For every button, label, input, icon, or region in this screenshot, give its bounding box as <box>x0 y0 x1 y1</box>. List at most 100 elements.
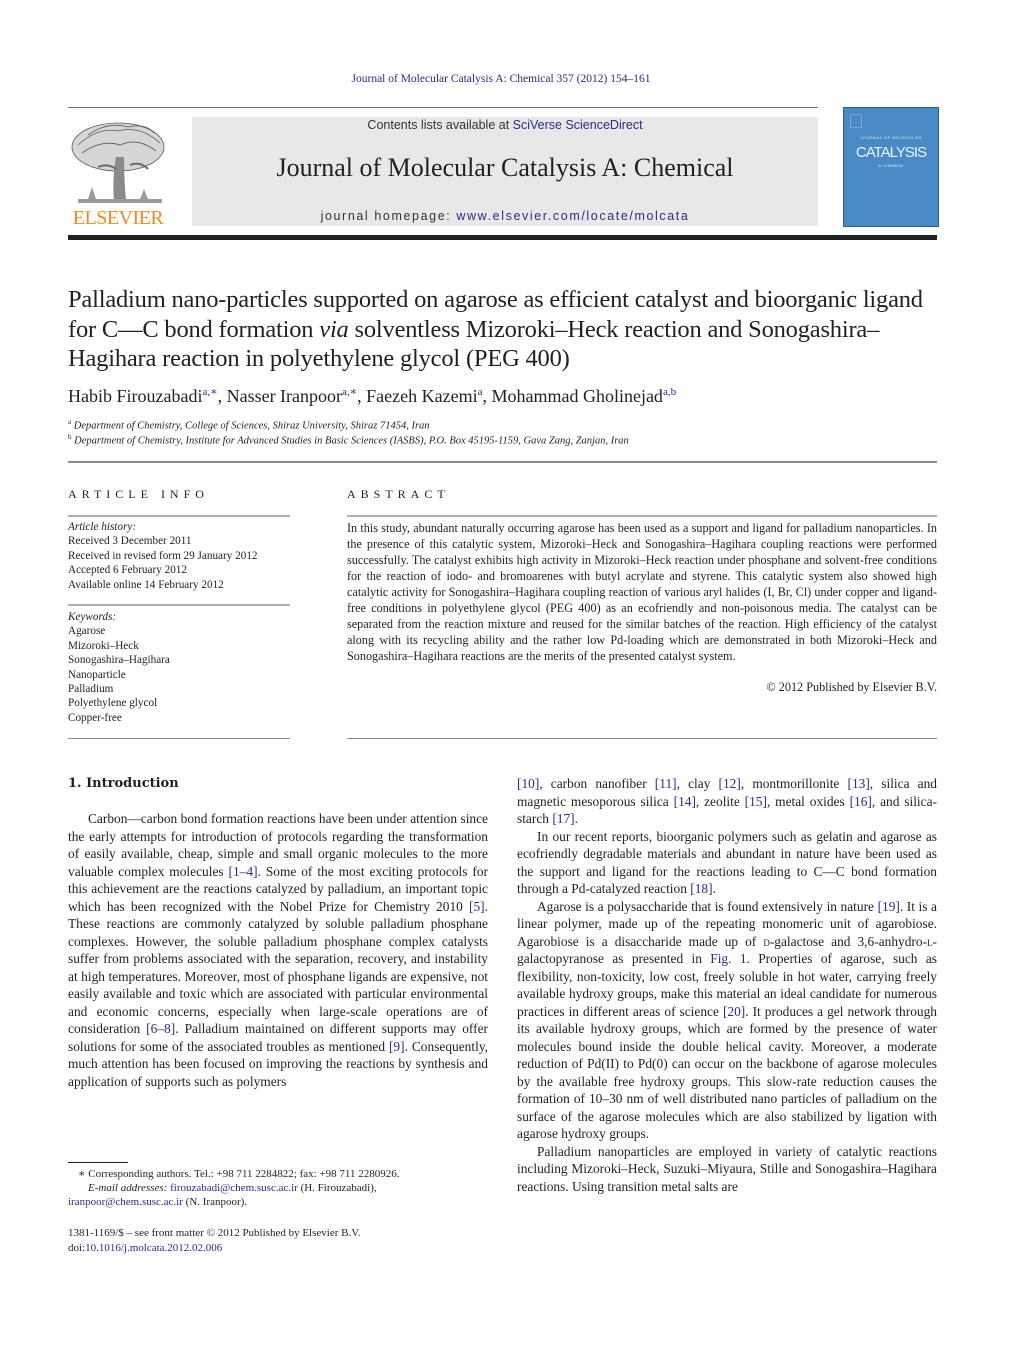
citation-link[interactable]: [19] <box>878 899 900 914</box>
title-divider <box>68 461 937 463</box>
journal-homepage-link[interactable]: www.elsevier.com/locate/molcata <box>456 209 689 223</box>
article-history: Article history: Received 3 December 201… <box>68 520 258 592</box>
citation-link[interactable]: [13] <box>847 776 869 791</box>
abstract-bottom-divider <box>347 738 937 739</box>
text-run: In our recent reports, bioorganic polyme… <box>517 828 937 897</box>
abstract-copyright: © 2012 Published by Elsevier B.V. <box>766 680 937 694</box>
author-list: Habib Firouzabadia,∗, Nasser Iranpoora,∗… <box>68 385 948 407</box>
article-title: Palladium nano-particles supported on ag… <box>68 285 948 374</box>
citation-link[interactable]: [12] <box>719 776 741 791</box>
footnotes: ∗ Corresponding authors. Tel.: +98 711 2… <box>68 1167 488 1209</box>
citation-link[interactable]: [18] <box>690 881 712 896</box>
author-separator: , <box>217 386 227 406</box>
doi-line: doi:10.1016/j.molcata.2012.02.006 <box>68 1241 488 1256</box>
header-thick-divider <box>68 235 937 240</box>
email-link[interactable]: iranpoor@chem.susc.ac.ir <box>68 1196 183 1208</box>
figure-link[interactable]: Fig. 1 <box>710 951 746 966</box>
text-run: . It produces a gel network through its … <box>517 1003 937 1142</box>
keyword: Agarose <box>68 625 106 638</box>
body-column-left: Carbon—carbon bond formation reactions h… <box>68 810 488 1090</box>
citation-link[interactable]: [5] <box>469 899 485 914</box>
title-italic: via <box>319 315 349 343</box>
history-item: Received 3 December 2011 <box>68 535 192 548</box>
citation-link[interactable]: [16] <box>850 794 872 809</box>
keyword: Copper-free <box>68 711 122 724</box>
affiliation-mark: a <box>68 418 72 426</box>
author-name[interactable]: Faezeh Kazemi <box>366 386 477 406</box>
paragraph: Carbon—carbon bond formation reactions h… <box>68 810 488 1090</box>
citation-link[interactable]: [1–4] <box>229 864 258 879</box>
footnote-divider <box>68 1162 128 1163</box>
affiliation-text: Department of Chemistry, College of Scie… <box>73 420 430 432</box>
citation-link[interactable]: [11] <box>655 776 677 791</box>
history-item: Received in revised form 29 January 2012 <box>68 549 258 562</box>
corresponding-author-note: ∗ Corresponding authors. Tel.: +98 711 2… <box>78 1168 400 1180</box>
homepage-prefix: journal homepage: <box>320 209 457 223</box>
abstract-divider <box>347 515 937 517</box>
text-run: Agarose is a polysaccharide that is foun… <box>537 898 878 914</box>
elsevier-wordmark: ELSEVIER <box>72 207 164 229</box>
text-run: , montmorillonite <box>740 776 848 791</box>
article-info-bottom-divider <box>68 738 290 739</box>
author-name[interactable]: Habib Firouzabadi <box>68 386 202 406</box>
history-item: Available online 14 February 2012 <box>68 578 224 591</box>
citation-link[interactable]: [20] <box>723 1004 745 1019</box>
citation-link[interactable]: [14] <box>674 794 696 809</box>
citation-link[interactable]: [15] <box>745 794 767 809</box>
citation-link[interactable]: [6–8] <box>146 1021 175 1036</box>
cover-subtitle: A: CHEMICAL <box>878 163 904 168</box>
text-run: , carbon nanofiber <box>539 776 655 791</box>
author-name[interactable]: Nasser Iranpoor <box>227 386 342 406</box>
email-owner: (H. Firouzabadi), <box>297 1182 377 1194</box>
body-column-right: [10], carbon nanofiber [11], clay [12], … <box>517 775 937 1195</box>
paragraph: [10], carbon nanofiber [11], clay [12], … <box>517 775 937 828</box>
keyword: Nanoparticle <box>68 668 126 681</box>
history-heading: Article history: <box>68 521 137 533</box>
affiliation-a: a Department of Chemistry, College of Sc… <box>68 418 430 432</box>
author-affiliation-mark[interactable]: a,b <box>663 386 676 398</box>
author-name[interactable]: Mohammad Gholinejad <box>491 386 662 406</box>
affiliation-text: Department of Chemistry, Institute for A… <box>74 435 629 447</box>
text-run: , zeolite <box>695 793 745 809</box>
email-owner: (N. Iranpoor). <box>182 1196 248 1208</box>
paragraph: Agarose is a polysaccharide that is foun… <box>517 898 937 1143</box>
text-run: , clay <box>676 776 719 791</box>
header-divider <box>68 107 818 108</box>
email-line: E-mail addresses: firouzabadi@chem.susc.… <box>68 1181 488 1195</box>
citation-link[interactable]: [9] <box>389 1039 405 1054</box>
text-run: , metal oxides <box>766 793 850 809</box>
doi-link[interactable]: 10.1016/j.molcata.2012.02.006 <box>85 1242 222 1254</box>
keywords-list: Keywords: Agarose Mizoroki–Heck Sonogash… <box>68 610 170 725</box>
cover-supertitle: JOURNAL OF MOLECULAR <box>860 135 922 140</box>
keyword: Mizoroki–Heck <box>68 639 139 652</box>
keywords-heading: Keywords: <box>68 611 117 623</box>
keyword: Sonogashira–Hagihara <box>68 654 170 667</box>
keyword: Polyethylene glycol <box>68 697 158 710</box>
affiliation-b: b Department of Chemistry, Institute for… <box>68 433 629 447</box>
doi-prefix: doi: <box>68 1242 86 1254</box>
author-separator: , <box>357 386 367 406</box>
front-matter: 1381-1169/$ – see front matter © 2012 Pu… <box>68 1226 488 1256</box>
email-link[interactable]: firouzabadi@chem.susc.ac.ir <box>170 1182 298 1194</box>
text-run: . These reactions are commonly catalyzed… <box>68 898 488 1037</box>
cover-title: CATALYSIS <box>855 144 927 161</box>
text-run: . <box>574 811 578 826</box>
journal-citation-link[interactable]: Journal of Molecular Catalysis A: Chemic… <box>0 73 1002 85</box>
paragraph: Palladium nanoparticles are employed in … <box>517 1143 937 1194</box>
journal-banner: Contents lists available at SciVerse Sci… <box>192 117 818 226</box>
citation-link[interactable]: [10] <box>517 776 539 791</box>
author-affiliation-mark[interactable]: a,∗ <box>342 386 357 398</box>
keywords-divider <box>68 604 290 606</box>
article-info-divider <box>68 515 290 517</box>
affiliation-mark: b <box>68 433 72 441</box>
author-affiliation-mark[interactable]: a,∗ <box>202 386 217 398</box>
section-heading-introduction: 1. Introduction <box>68 776 179 791</box>
text-run: -galactose and 3,6-anhydro- <box>769 933 928 949</box>
article-info-heading: ARTICLE INFO <box>68 487 209 501</box>
homepage-line: journal homepage: www.elsevier.com/locat… <box>192 209 818 223</box>
abstract-heading: ABSTRACT <box>347 487 450 501</box>
email-label: E-mail addresses: <box>88 1182 168 1194</box>
cover-publisher-logo-icon <box>850 114 862 128</box>
citation-link[interactable]: [17] <box>552 811 574 826</box>
sciencedirect-link[interactable]: SciVerse ScienceDirect <box>513 118 643 132</box>
